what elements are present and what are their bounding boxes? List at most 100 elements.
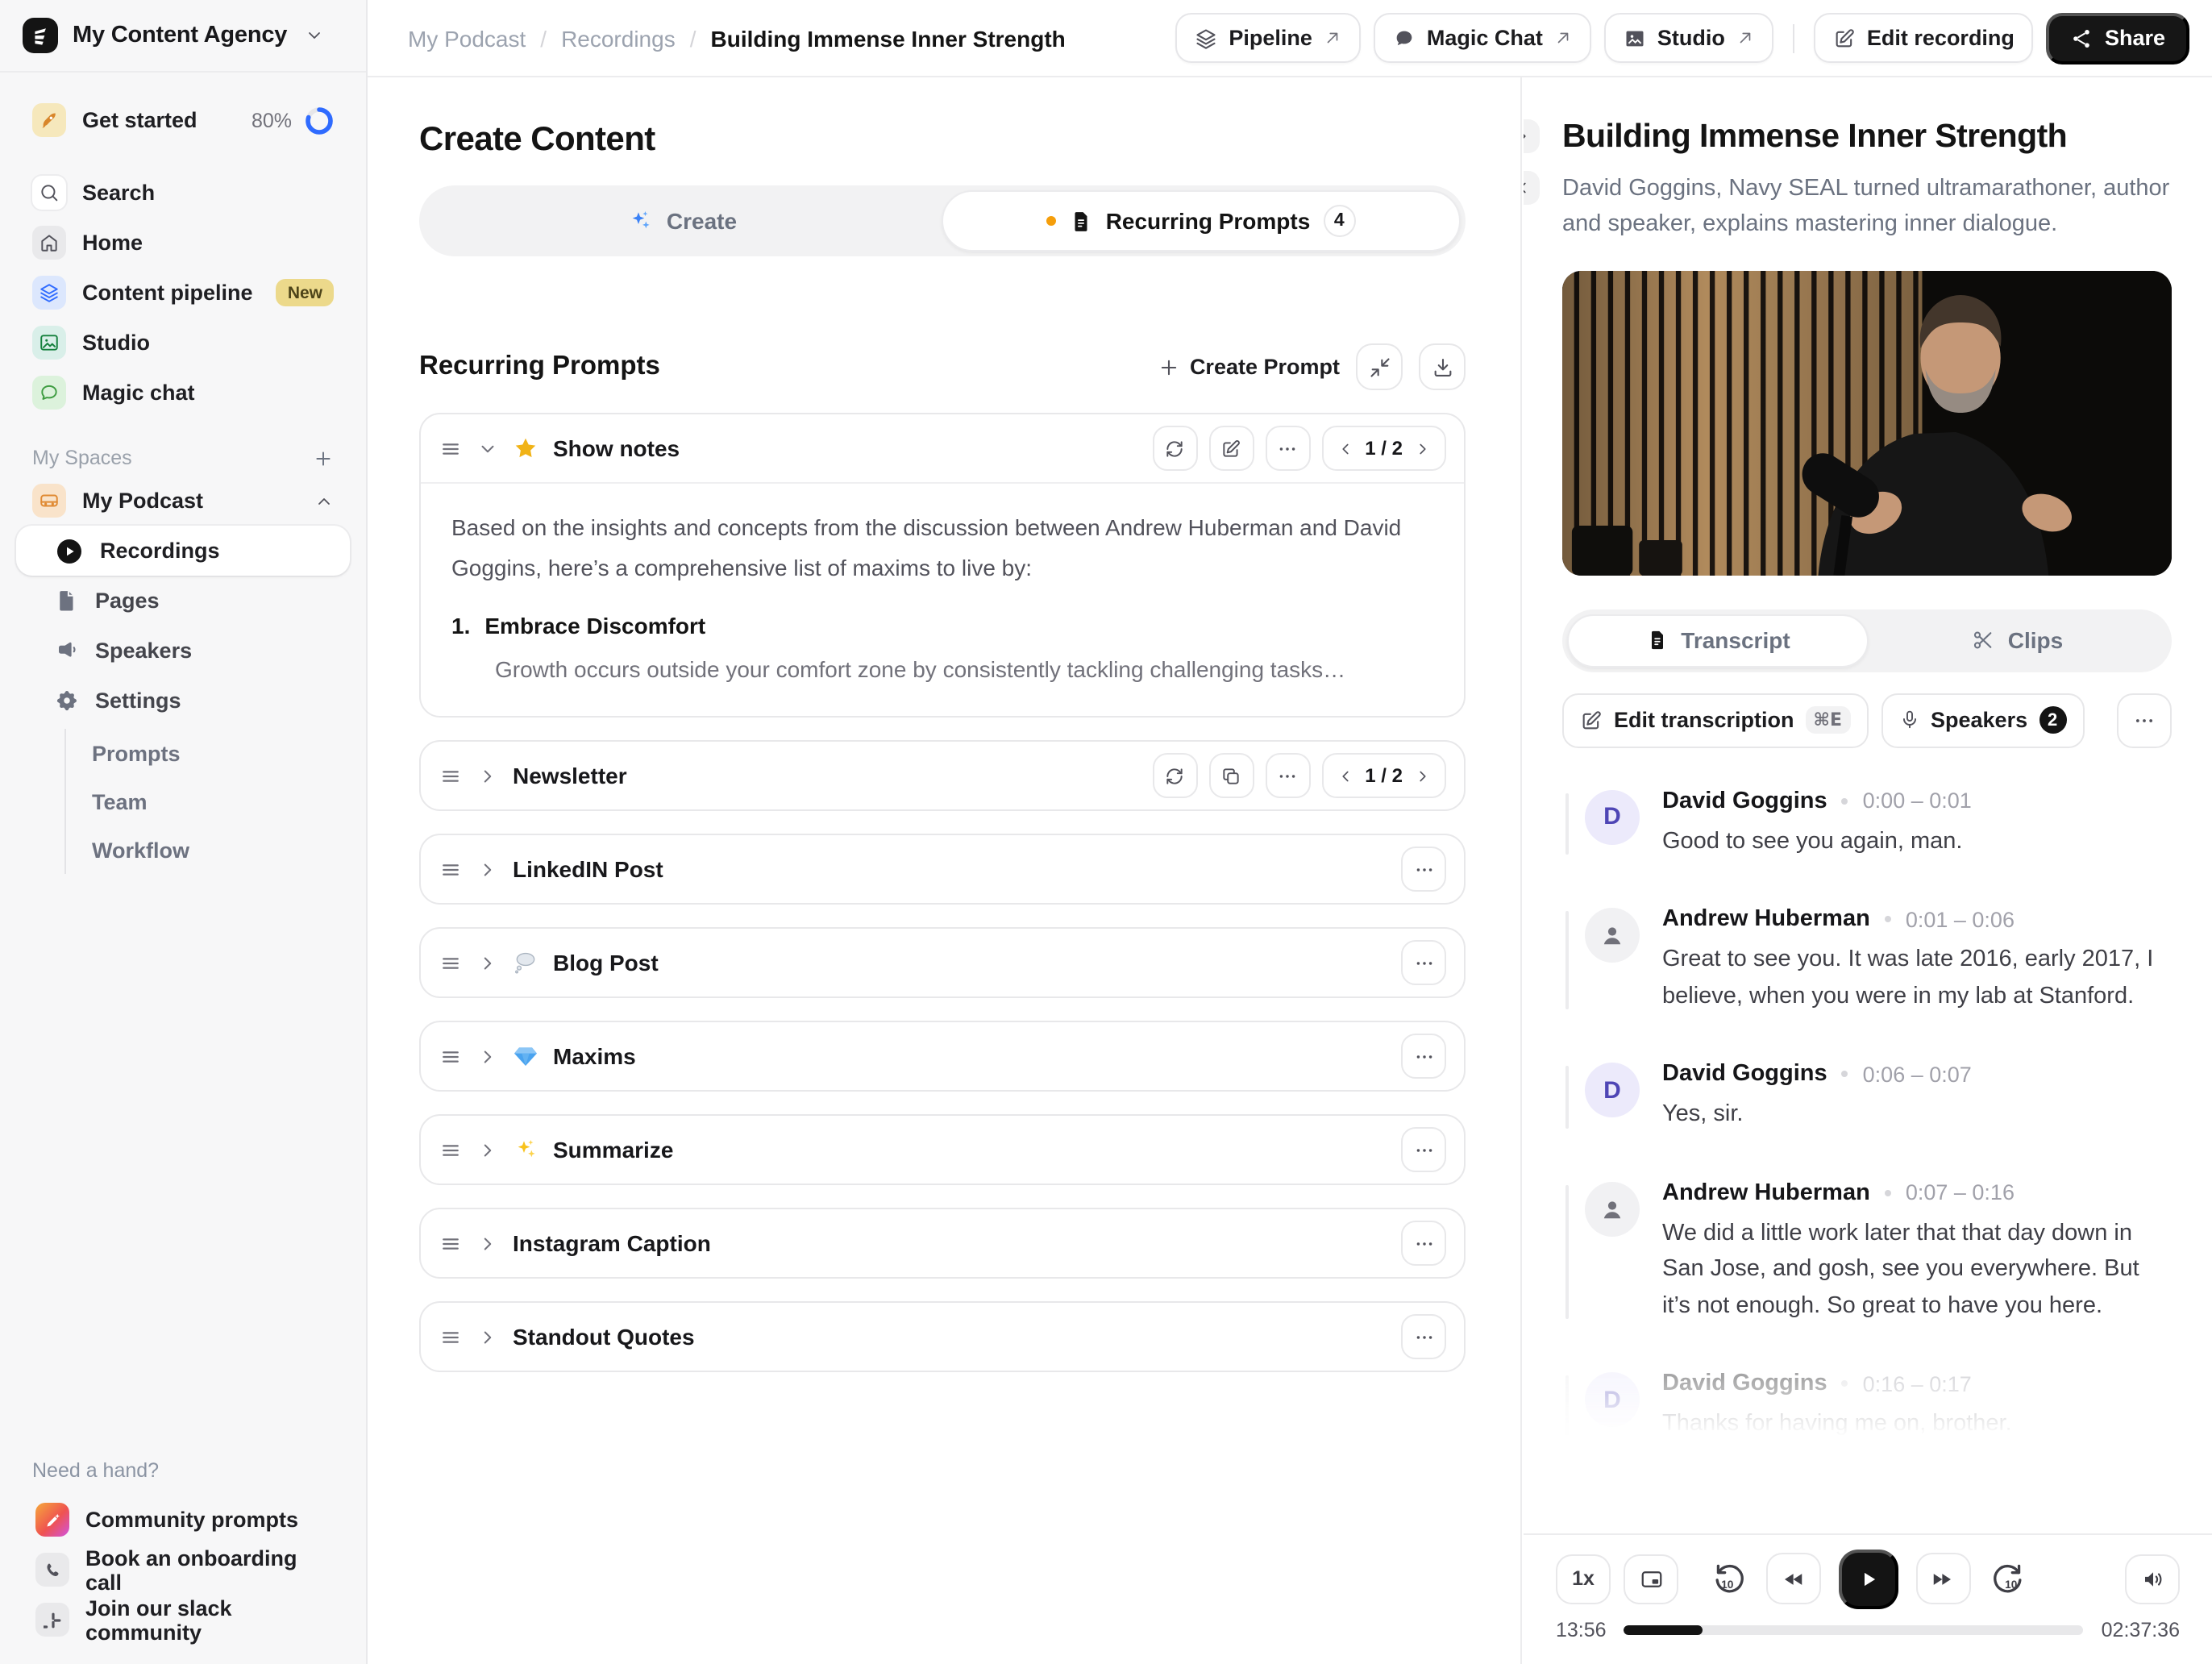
speaker-name: Andrew Huberman xyxy=(1662,1179,1870,1206)
sidebar-item-studio[interactable]: Studio xyxy=(16,318,350,368)
chevron-right-icon[interactable] xyxy=(477,953,498,974)
sidebar-item-speakers[interactable]: Speakers xyxy=(16,626,350,676)
more-options-button[interactable] xyxy=(1401,1127,1446,1173)
regenerate-button[interactable] xyxy=(1152,426,1198,471)
chevron-right-icon[interactable] xyxy=(477,766,498,787)
speakers-button[interactable]: Speakers 2 xyxy=(1881,693,2085,748)
more-options-button[interactable] xyxy=(1265,753,1311,799)
more-options-button[interactable] xyxy=(1401,940,1446,986)
prompt-card-instagram-caption: Instagram Caption xyxy=(419,1208,1466,1279)
next-page-icon[interactable] xyxy=(1414,768,1432,785)
tab-create[interactable]: Create xyxy=(424,190,941,252)
chevron-down-icon[interactable] xyxy=(477,438,498,459)
more-options-button[interactable] xyxy=(1401,1034,1446,1080)
prev-page-icon[interactable] xyxy=(1336,768,1353,785)
sidebar-item-workflow[interactable]: Workflow xyxy=(85,826,350,874)
previous-button[interactable] xyxy=(1765,1553,1820,1604)
transcript-entry[interactable]: D David Goggins 0:00 – 0:01 Good to see … xyxy=(1562,788,2172,860)
pipeline-button[interactable]: Pipeline xyxy=(1175,13,1361,63)
drag-handle-icon[interactable] xyxy=(439,858,463,882)
playback-speed-button[interactable]: 1x xyxy=(1556,1554,1611,1604)
tab-recurring-prompts[interactable]: Recurring Prompts 4 xyxy=(941,190,1461,252)
sidebar-item-content-pipeline[interactable]: Content pipeline New xyxy=(16,268,350,318)
studio-button[interactable]: Studio xyxy=(1603,13,1773,63)
share-button[interactable]: Share xyxy=(2046,12,2189,64)
video-scene xyxy=(1562,270,2172,576)
transcript-entry[interactable]: D David Goggins 0:06 – 0:07 Yes, sir. xyxy=(1562,1062,2172,1134)
sidebar-item-slack-community[interactable]: Join our slack community xyxy=(19,1595,347,1645)
drag-handle-icon[interactable] xyxy=(439,1045,463,1069)
drag-handle-icon[interactable] xyxy=(439,1138,463,1163)
sidebar-item-home[interactable]: Home xyxy=(16,218,350,268)
drag-handle-icon[interactable] xyxy=(439,436,463,460)
expand-panel-button[interactable] xyxy=(1524,171,1540,205)
chevron-right-icon[interactable] xyxy=(477,1046,498,1067)
drag-handle-icon[interactable] xyxy=(439,1232,463,1256)
create-prompt-button[interactable]: Create Prompt xyxy=(1158,355,1340,379)
rewind-10-button[interactable]: 10 xyxy=(1712,1561,1748,1596)
play-icon xyxy=(1864,1571,1875,1586)
prev-page-icon[interactable] xyxy=(1336,439,1353,457)
regenerate-button[interactable] xyxy=(1152,753,1198,799)
forward-10-button[interactable]: 10 xyxy=(1988,1561,2023,1596)
collapse-panel-button[interactable] xyxy=(1524,119,1540,153)
pip-button[interactable] xyxy=(1624,1554,1678,1604)
current-time: 13:56 xyxy=(1556,1619,1607,1641)
tab-clips-label: Clips xyxy=(2007,627,2064,654)
chevron-right-icon[interactable] xyxy=(477,1327,498,1348)
sidebar-item-team[interactable]: Team xyxy=(85,777,350,826)
more-options-button[interactable] xyxy=(1401,1314,1446,1360)
sidebar-item-recordings[interactable]: Recordings xyxy=(16,526,350,576)
workspace-switcher[interactable]: My Content Agency xyxy=(0,0,366,73)
drag-handle-icon[interactable] xyxy=(439,951,463,976)
star-icon[interactable] xyxy=(513,435,538,461)
sidebar-item-get-started[interactable]: Get started 80% xyxy=(16,95,350,145)
transcript-entry[interactable]: Andrew Huberman 0:07 – 0:16 We did a lit… xyxy=(1562,1180,2172,1325)
sidebar-item-prompts[interactable]: Prompts xyxy=(85,729,350,777)
drag-handle-icon[interactable] xyxy=(439,1325,463,1350)
workspace-name: My Content Agency xyxy=(73,23,288,48)
progress-bar[interactable] xyxy=(1624,1625,2084,1635)
sidebar-item-search[interactable]: Search xyxy=(16,168,350,218)
transcript-entry[interactable]: Andrew Huberman 0:01 – 0:06 Great to see… xyxy=(1562,907,2172,1015)
breadcrumb-my-podcast[interactable]: My Podcast xyxy=(408,25,526,51)
add-space-button[interactable] xyxy=(313,447,334,468)
sidebar-item-onboarding-call[interactable]: Book an onboarding call xyxy=(19,1545,347,1595)
next-button[interactable] xyxy=(1915,1553,1970,1604)
refresh-icon xyxy=(1166,440,1183,456)
transcript-entry[interactable]: D David Goggins 0:16 – 0:17 Thanks for h… xyxy=(1562,1371,2172,1442)
breadcrumb-separator: / xyxy=(689,25,696,51)
edit-prompt-button[interactable] xyxy=(1208,426,1254,471)
download-button[interactable] xyxy=(1419,343,1466,390)
magic-chat-button[interactable]: Magic Chat xyxy=(1373,13,1591,63)
sidebar-item-community-prompts[interactable]: Community prompts xyxy=(19,1495,347,1545)
edit-recording-button[interactable]: Edit recording xyxy=(1813,13,2034,63)
tab-clips[interactable]: Clips xyxy=(1869,614,2167,668)
sidebar-item-settings[interactable]: Settings xyxy=(16,676,350,726)
more-options-button[interactable] xyxy=(1401,847,1446,892)
speaker-name: David Goggins xyxy=(1662,1371,1827,1397)
collapse-all-button[interactable] xyxy=(1356,343,1403,390)
chevron-up-icon[interactable] xyxy=(314,491,334,510)
transcript-more-button[interactable] xyxy=(2117,693,2172,748)
sidebar-item-magic-chat[interactable]: Magic chat xyxy=(16,368,350,418)
sidebar-item-my-podcast[interactable]: My Podcast xyxy=(16,476,350,526)
sidebar-item-pages[interactable]: Pages xyxy=(16,576,350,626)
more-options-button[interactable] xyxy=(1265,426,1311,471)
next-page-icon[interactable] xyxy=(1414,439,1432,457)
chevron-right-icon[interactable] xyxy=(477,1140,498,1161)
video-thumbnail[interactable] xyxy=(1562,270,2172,576)
breadcrumb-recordings[interactable]: Recordings xyxy=(561,25,676,51)
more-options-button[interactable] xyxy=(1401,1221,1446,1267)
chevron-right-icon[interactable] xyxy=(477,859,498,880)
play-button[interactable] xyxy=(1838,1549,1898,1608)
volume-button[interactable] xyxy=(2125,1554,2180,1604)
tab-transcript[interactable]: Transcript xyxy=(1567,614,1869,668)
orange-dot-icon xyxy=(1046,216,1056,226)
edit-transcription-button[interactable]: Edit transcription ⌘E xyxy=(1562,693,1868,748)
speakers-label: Speakers xyxy=(95,639,193,663)
copy-button[interactable] xyxy=(1208,753,1254,799)
prompt-card-standout-quotes: Standout Quotes xyxy=(419,1301,1466,1373)
chevron-right-icon[interactable] xyxy=(477,1233,498,1254)
drag-handle-icon[interactable] xyxy=(439,764,463,788)
